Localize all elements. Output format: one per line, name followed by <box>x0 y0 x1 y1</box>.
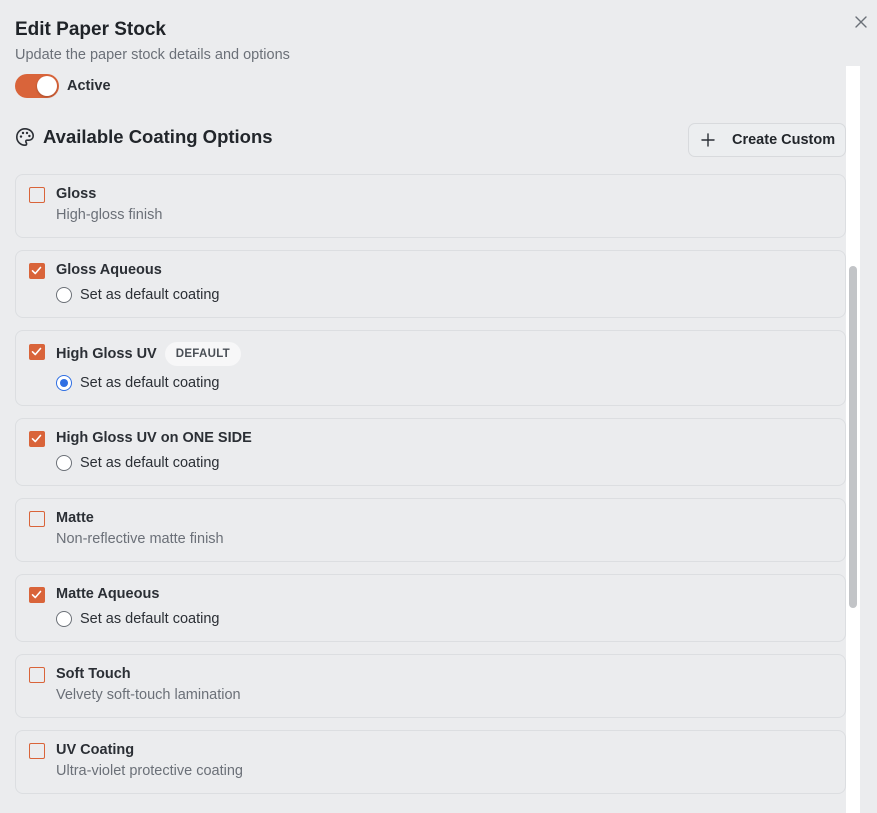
coating-checkbox[interactable] <box>29 511 45 527</box>
coating-name: UV Coating <box>56 742 135 758</box>
coating-name: Soft Touch <box>56 666 131 682</box>
set-default-radio-option[interactable]: Set as default coating <box>56 455 219 471</box>
coating-checkbox[interactable] <box>29 587 45 603</box>
create-custom-button[interactable]: Create Custom <box>688 123 846 157</box>
radio-label: Set as default coating <box>80 455 220 471</box>
set-default-radio-option[interactable]: Set as default coating <box>56 375 219 391</box>
radio-label: Set as default coating <box>80 611 220 627</box>
plus-icon <box>701 133 715 147</box>
scrollbar-thumb[interactable] <box>849 266 857 608</box>
coating-checkbox[interactable] <box>29 263 45 279</box>
dialog-subtitle: Update the paper stock details and optio… <box>15 47 290 63</box>
check-icon <box>31 434 42 443</box>
coating-option-gloss: Gloss High-gloss finish <box>15 174 846 238</box>
check-icon <box>31 590 42 599</box>
palette-icon <box>16 128 34 146</box>
coating-description: Velvety soft-touch lamination <box>56 687 241 703</box>
coating-name: Gloss Aqueous <box>56 262 162 278</box>
default-radio[interactable] <box>56 611 72 627</box>
coating-checkbox[interactable] <box>29 431 45 447</box>
radio-label: Set as default coating <box>80 287 220 303</box>
default-badge: DEFAULT <box>164 342 241 366</box>
coating-name: Gloss <box>56 186 97 202</box>
set-default-radio-option[interactable]: Set as default coating <box>56 611 219 627</box>
coating-option-high-gloss-uv: High Gloss UV DEFAULT Set as default coa… <box>15 330 846 406</box>
check-icon <box>31 347 42 356</box>
coating-option-high-gloss-uv-one-side: High Gloss UV on ONE SIDE Set as default… <box>15 418 846 486</box>
coating-description: Non-reflective matte finish <box>56 531 224 547</box>
active-label: Active <box>67 78 111 94</box>
set-default-radio-option[interactable]: Set as default coating <box>56 287 219 303</box>
coating-option-matte: Matte Non-reflective matte finish <box>15 498 846 562</box>
close-icon <box>855 16 867 28</box>
section-title: Available Coating Options <box>43 126 273 147</box>
coating-name: Matte Aqueous <box>56 586 160 602</box>
default-radio[interactable] <box>56 287 72 303</box>
coating-name: Matte <box>56 510 94 526</box>
check-icon <box>31 266 42 275</box>
coating-checkbox[interactable] <box>29 344 45 360</box>
coating-description: High-gloss finish <box>56 207 163 223</box>
coating-section-header: Available Coating Options <box>15 126 273 148</box>
coating-checkbox[interactable] <box>29 743 45 759</box>
coating-name: High Gloss UV <box>56 346 157 362</box>
coating-option-matte-aqueous: Matte Aqueous Set as default coating <box>15 574 846 642</box>
default-radio[interactable] <box>56 455 72 471</box>
coating-description: Ultra-violet protective coating <box>56 763 243 779</box>
dialog-title: Edit Paper Stock <box>15 19 166 40</box>
coating-checkbox[interactable] <box>29 187 45 203</box>
coating-option-soft-touch: Soft Touch Velvety soft-touch lamination <box>15 654 846 718</box>
coating-name: High Gloss UV on ONE SIDE <box>56 430 252 446</box>
create-custom-label: Create Custom <box>732 132 836 148</box>
coating-checkbox[interactable] <box>29 667 45 683</box>
active-toggle-row: Active <box>15 74 111 98</box>
toggle-knob <box>37 76 57 96</box>
coating-option-uv-coating: UV Coating Ultra-violet protective coati… <box>15 730 846 794</box>
coating-option-gloss-aqueous: Gloss Aqueous Set as default coating <box>15 250 846 318</box>
radio-label: Set as default coating <box>80 375 220 391</box>
default-radio[interactable] <box>56 375 72 391</box>
active-toggle[interactable] <box>15 74 59 98</box>
close-button[interactable] <box>849 10 873 34</box>
